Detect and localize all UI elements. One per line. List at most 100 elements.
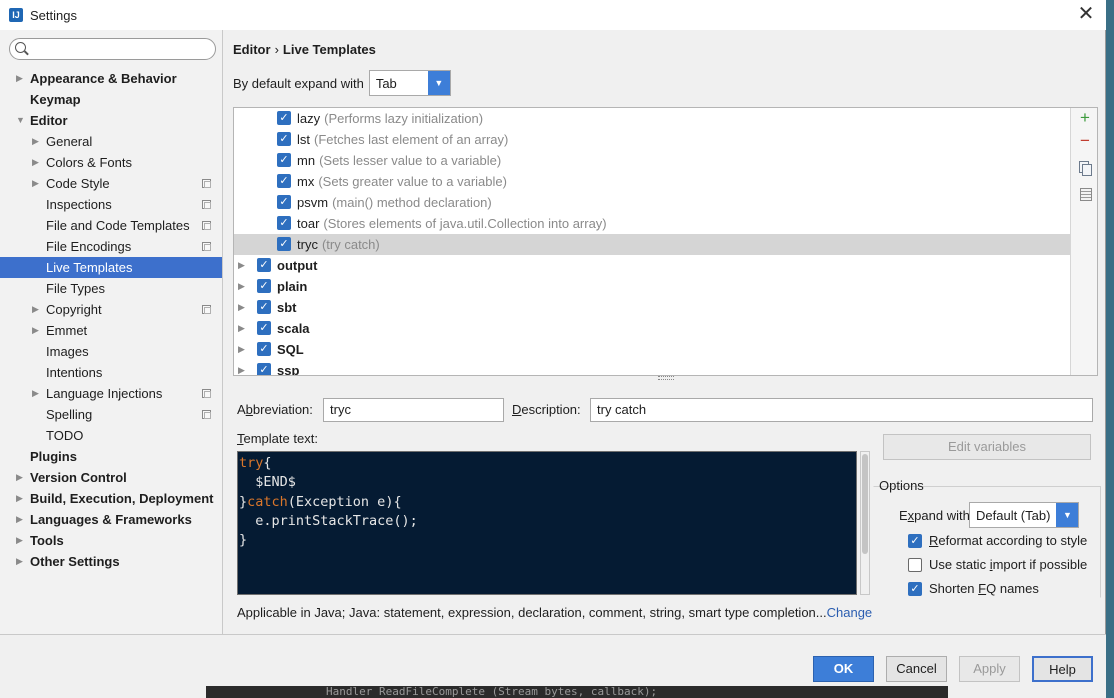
copy-icon[interactable] — [1077, 160, 1093, 176]
collapsed-arrow-icon[interactable]: ▶ — [32, 320, 42, 341]
sidebar-item-intentions[interactable]: Intentions — [0, 362, 222, 383]
chevron-down-icon[interactable]: ▼ — [427, 71, 450, 95]
group-checkbox[interactable]: ✓ — [257, 300, 271, 314]
sidebar-item-todo[interactable]: TODO — [0, 425, 222, 446]
ok-button[interactable]: OK — [813, 656, 874, 682]
sidebar-item-inspections[interactable]: Inspections — [0, 194, 222, 215]
template-group-row[interactable]: ▶ ✓ SQL — [234, 339, 1097, 360]
collapsed-arrow-icon[interactable]: ▶ — [16, 68, 26, 89]
collapsed-arrow-icon[interactable]: ▶ — [238, 276, 245, 297]
sidebar-item-other-settings[interactable]: ▶ Other Settings — [0, 551, 222, 572]
cancel-button[interactable]: Cancel — [886, 656, 947, 682]
shorten-fq-checkbox[interactable]: ✓ — [908, 581, 922, 596]
default-expand-select[interactable]: Tab ▼ — [368, 70, 451, 96]
settings-search-input[interactable] — [9, 38, 216, 60]
sidebar-item-build-execution-deployment[interactable]: ▶ Build, Execution, Deployment — [0, 488, 222, 509]
collapsed-arrow-icon[interactable]: ▶ — [16, 551, 26, 572]
apply-button[interactable]: Apply — [959, 656, 1020, 682]
collapsed-arrow-icon[interactable]: ▶ — [238, 339, 245, 360]
sidebar-item-plugins[interactable]: Plugins — [0, 446, 222, 467]
splitter-handle[interactable] — [658, 376, 674, 380]
collapsed-arrow-icon[interactable]: ▶ — [32, 152, 42, 173]
sidebar-item-copyright[interactable]: ▶ Copyright — [0, 299, 222, 320]
sidebar-item-language-injections[interactable]: ▶ Language Injections — [0, 383, 222, 404]
template-checkbox[interactable]: ✓ — [277, 195, 291, 209]
sidebar-item-colors-fonts[interactable]: ▶ Colors & Fonts — [0, 152, 222, 173]
group-checkbox[interactable]: ✓ — [257, 342, 271, 356]
template-row[interactable]: ✓ lst (Fetches last element of an array) — [234, 129, 1097, 150]
change-context-link[interactable]: Change — [827, 605, 873, 620]
template-group-row[interactable]: ▶ ✓ ssp — [234, 360, 1097, 375]
template-group-row[interactable]: ▶ ✓ output — [234, 255, 1097, 276]
template-checkbox[interactable]: ✓ — [277, 153, 291, 167]
sidebar-item-spelling[interactable]: Spelling — [0, 404, 222, 425]
sidebar-item-code-style[interactable]: ▶ Code Style — [0, 173, 222, 194]
sidebar-item-keymap[interactable]: Keymap — [0, 89, 222, 110]
chevron-down-icon[interactable]: ▼ — [1056, 503, 1079, 527]
remove-icon[interactable]: − — [1077, 132, 1093, 149]
template-description: (Stores elements of java.util.Collection… — [323, 216, 607, 231]
static-import-option[interactable]: Use static import if possible — [908, 557, 1087, 572]
expanded-arrow-icon[interactable]: ▼ — [16, 110, 26, 131]
collapsed-arrow-icon[interactable]: ▶ — [238, 318, 245, 339]
template-checkbox[interactable]: ✓ — [277, 111, 291, 125]
template-checkbox[interactable]: ✓ — [277, 132, 291, 146]
help-button[interactable]: Help — [1032, 656, 1093, 682]
sidebar-item-file-types[interactable]: File Types — [0, 278, 222, 299]
template-row[interactable]: ✓ psvm (main() method declaration) — [234, 192, 1097, 213]
sidebar-item-languages-frameworks[interactable]: ▶ Languages & Frameworks — [0, 509, 222, 530]
sidebar-item-file-encodings[interactable]: File Encodings — [0, 236, 222, 257]
static-import-checkbox[interactable] — [908, 557, 922, 572]
options-title: Options — [879, 478, 924, 493]
reformat-option[interactable]: ✓ Reformat according to style — [908, 533, 1087, 548]
sidebar-item-tools[interactable]: ▶ Tools — [0, 530, 222, 551]
code-keyword: catch — [247, 493, 288, 510]
abbreviation-field[interactable]: tryc — [323, 398, 504, 422]
collapsed-arrow-icon[interactable]: ▶ — [16, 530, 26, 551]
template-row[interactable]: ✓ toar (Stores elements of java.util.Colle… — [234, 213, 1097, 234]
template-row[interactable]: ✓ lazy (Performs lazy initialization) — [234, 108, 1097, 129]
template-group-row[interactable]: ▶ ✓ plain — [234, 276, 1097, 297]
shorten-fq-option[interactable]: ✓ Shorten FQ names — [908, 581, 1039, 596]
add-icon[interactable]: + — [1077, 109, 1093, 126]
sidebar-item-file-and-code-templates[interactable]: File and Code Templates — [0, 215, 222, 236]
group-checkbox[interactable]: ✓ — [257, 321, 271, 335]
collapsed-arrow-icon[interactable]: ▶ — [16, 488, 26, 509]
collapsed-arrow-icon[interactable]: ▶ — [32, 173, 42, 194]
sidebar-item-version-control[interactable]: ▶ Version Control — [0, 467, 222, 488]
collapsed-arrow-icon[interactable]: ▶ — [32, 299, 42, 320]
change-context-icon[interactable] — [1077, 186, 1093, 202]
template-row[interactable]: ✓ mn (Sets lesser value to a variable) — [234, 150, 1097, 171]
sidebar-item-editor[interactable]: ▼ Editor — [0, 110, 222, 131]
sidebar-item-general[interactable]: ▶ General — [0, 131, 222, 152]
template-checkbox[interactable]: ✓ — [277, 216, 291, 230]
collapsed-arrow-icon[interactable]: ▶ — [16, 467, 26, 488]
group-checkbox[interactable]: ✓ — [257, 258, 271, 272]
collapsed-arrow-icon[interactable]: ▶ — [238, 255, 245, 276]
template-row[interactable]: ✓ tryc (try catch) — [234, 234, 1097, 255]
sidebar-item-images[interactable]: Images — [0, 341, 222, 362]
collapsed-arrow-icon[interactable]: ▶ — [16, 509, 26, 530]
edit-variables-button[interactable]: Edit variables — [883, 434, 1091, 460]
group-checkbox[interactable]: ✓ — [257, 279, 271, 293]
template-checkbox[interactable]: ✓ — [277, 237, 291, 251]
close-icon[interactable]: ✕ — [1074, 3, 1098, 27]
expand-with-select[interactable]: Default (Tab) ▼ — [969, 502, 1080, 528]
template-group-row[interactable]: ▶ ✓ sbt — [234, 297, 1097, 318]
description-field[interactable]: try catch — [590, 398, 1093, 422]
collapsed-arrow-icon[interactable]: ▶ — [32, 131, 42, 152]
template-text-editor[interactable]: try{ $END$}catch(Exception e){ e.printSt… — [237, 451, 857, 595]
group-checkbox[interactable]: ✓ — [257, 363, 271, 375]
template-checkbox[interactable]: ✓ — [277, 174, 291, 188]
template-row[interactable]: ✓ mx (Sets greater value to a variable) — [234, 171, 1097, 192]
template-group-row[interactable]: ▶ ✓ scala — [234, 318, 1097, 339]
template-text-scrollbar[interactable] — [860, 451, 870, 595]
sidebar-item-label: Editor — [30, 113, 68, 128]
sidebar-item-appearance-behavior[interactable]: ▶ Appearance & Behavior — [0, 68, 222, 89]
collapsed-arrow-icon[interactable]: ▶ — [32, 383, 42, 404]
sidebar-item-live-templates[interactable]: Live Templates — [0, 257, 222, 278]
sidebar-item-emmet[interactable]: ▶ Emmet — [0, 320, 222, 341]
collapsed-arrow-icon[interactable]: ▶ — [238, 360, 245, 375]
reformat-checkbox[interactable]: ✓ — [908, 533, 922, 548]
collapsed-arrow-icon[interactable]: ▶ — [238, 297, 245, 318]
